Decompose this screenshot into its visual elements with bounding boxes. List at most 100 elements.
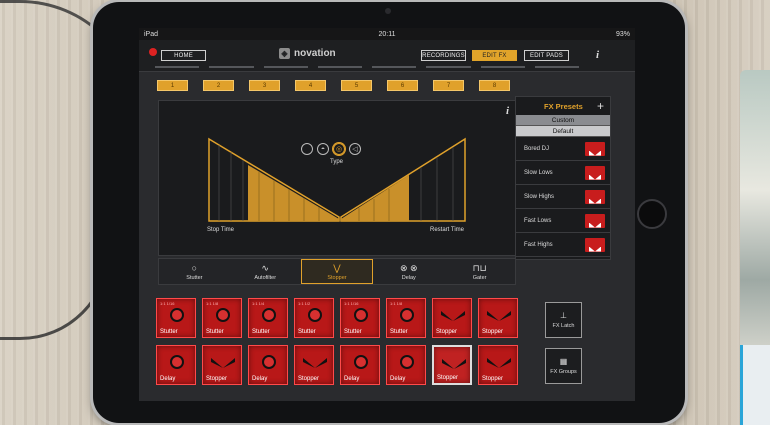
pad-number-6[interactable]: 6 bbox=[387, 80, 418, 91]
fx-pad[interactable]: Delay bbox=[386, 345, 426, 385]
fx-pad-label: Delay bbox=[344, 376, 360, 382]
fx-pad-label: Stopper bbox=[482, 329, 504, 335]
stopper-preset-icon bbox=[585, 213, 605, 228]
type-selector: ◓ ◎ ◁ bbox=[301, 143, 361, 155]
fx-groups-button[interactable]: ▦ FX Groups bbox=[545, 348, 582, 384]
knob-icon bbox=[262, 308, 276, 322]
pad-number-1[interactable]: 1 bbox=[157, 80, 188, 91]
fx-pad[interactable]: 1:1 1/16 Stutter bbox=[156, 298, 196, 338]
segment-default[interactable]: Default bbox=[516, 126, 610, 137]
fx-pad-label: Stutter bbox=[252, 329, 270, 335]
fx-pad-label: Stopper bbox=[437, 375, 459, 381]
pad-number-2[interactable]: 2 bbox=[203, 80, 234, 91]
pad-number-4[interactable]: 4 bbox=[295, 80, 326, 91]
segment-custom[interactable]: Custom bbox=[516, 115, 610, 126]
gater-icon: ⊓⊔ bbox=[472, 262, 487, 273]
target-circle-icon[interactable]: ◎ bbox=[333, 143, 345, 155]
tab-stopper[interactable]: ⋁ Stopper bbox=[300, 259, 374, 284]
fx-pad[interactable]: 1:1 1/2 Stutter bbox=[294, 298, 334, 338]
device-label: iPad bbox=[144, 30, 159, 38]
fx-pad-label: Delay bbox=[390, 376, 406, 382]
tab-label: Delay bbox=[401, 274, 416, 281]
fx-pad[interactable]: 1:1 1/4 Stutter bbox=[248, 298, 288, 338]
stopper-curve-graphic[interactable] bbox=[159, 101, 517, 257]
fx-pad-label: Stutter bbox=[344, 329, 362, 335]
stopper-preset-icon bbox=[585, 237, 605, 252]
fx-pad[interactable]: 1:1 1/8 Stutter bbox=[386, 298, 426, 338]
tab-label: Autofilter bbox=[254, 274, 277, 281]
recordings-button[interactable]: RECORDINGS bbox=[421, 50, 466, 61]
app-screen: iPad 20:11 93% HOME ◈ novation RECORDING… bbox=[139, 28, 635, 401]
fx-pad[interactable]: Stopper bbox=[202, 345, 242, 385]
home-button[interactable]: HOME bbox=[161, 50, 206, 61]
edit-pads-button[interactable]: EDIT PADS bbox=[524, 50, 569, 61]
stopper-icon bbox=[487, 311, 511, 321]
fx-pad[interactable]: Stopper bbox=[478, 345, 518, 385]
fx-pad-label: Stutter bbox=[298, 329, 316, 335]
tab-autofilter[interactable]: ∿ Autofilter bbox=[230, 259, 301, 284]
brand-logo: ◈ novation bbox=[279, 48, 336, 59]
preset-item[interactable]: Fast Lows bbox=[516, 209, 610, 233]
fx-pad[interactable]: Stopper bbox=[478, 298, 518, 338]
fx-pad[interactable]: 1:1 1/16 Stutter bbox=[340, 298, 380, 338]
fx-pad-grid: 1:1 1/16 Stutter 1:1 1/8 Stutter 1:1 1/4 St… bbox=[156, 298, 518, 385]
restart-time-label: Restart Time bbox=[430, 227, 465, 233]
add-preset-icon[interactable]: + bbox=[597, 99, 604, 113]
fx-pad[interactable]: Stopper bbox=[294, 345, 334, 385]
presets-title: FX Presets bbox=[544, 101, 583, 111]
pad-number-5[interactable]: 5 bbox=[341, 80, 372, 91]
stopper-icon bbox=[441, 311, 465, 321]
fx-pad[interactable]: Delay bbox=[248, 345, 288, 385]
fx-presets-panel: FX Presets + Custom Default Bored DJ Slo… bbox=[515, 96, 611, 260]
edit-fx-button[interactable]: EDIT FX bbox=[472, 50, 517, 61]
record-indicator-icon bbox=[149, 48, 157, 56]
speaker-icon[interactable]: ◁ bbox=[349, 143, 361, 155]
preset-item[interactable]: Slow Highs bbox=[516, 185, 610, 209]
presets-header: FX Presets + bbox=[516, 97, 610, 115]
preset-label: Slow Highs bbox=[524, 193, 555, 200]
knob-icon bbox=[400, 308, 414, 322]
pad-number-8[interactable]: 8 bbox=[479, 80, 510, 91]
top-bar: HOME ◈ novation RECORDINGS EDIT FX EDIT … bbox=[139, 40, 635, 72]
tab-delay[interactable]: ⊗ ⊗ Delay bbox=[373, 259, 444, 284]
fx-groups-label: FX Groups bbox=[550, 369, 577, 375]
hardware-home-button[interactable] bbox=[637, 199, 667, 229]
knob-icon bbox=[400, 355, 414, 369]
fx-pad[interactable]: Delay bbox=[156, 345, 196, 385]
pad-number-7[interactable]: 7 bbox=[433, 80, 464, 91]
battery: 93% bbox=[615, 30, 630, 38]
preset-item[interactable]: Slow Lows bbox=[516, 161, 610, 185]
status-bar: iPad 20:11 93% bbox=[139, 28, 635, 40]
half-circle-icon[interactable]: ◓ bbox=[317, 143, 329, 155]
groups-icon: ▦ bbox=[559, 357, 568, 366]
pad-number-3[interactable]: 3 bbox=[249, 80, 280, 91]
latch-icon: ⊥ bbox=[560, 311, 567, 320]
novation-logo-icon: ◈ bbox=[279, 48, 290, 59]
pad-number-row: 1 2 3 4 5 6 7 8 bbox=[157, 80, 510, 91]
fx-pad-label: Stopper bbox=[482, 376, 504, 382]
preset-item[interactable]: Fast Highs bbox=[516, 233, 610, 257]
fx-pad[interactable]: 1:1 1/8 Stutter bbox=[202, 298, 242, 338]
autofilter-icon: ∿ bbox=[261, 262, 269, 273]
tab-gater[interactable]: ⊓⊔ Gater bbox=[444, 259, 515, 284]
delay-icon: ⊗ ⊗ bbox=[399, 262, 418, 273]
stop-time-label: Stop Time bbox=[207, 227, 235, 233]
tab-stutter[interactable]: ○ Stutter bbox=[159, 259, 230, 284]
preset-label: Fast Highs bbox=[524, 241, 553, 248]
blank-circle-icon[interactable] bbox=[301, 143, 313, 155]
fx-pad-selected[interactable]: Stopper bbox=[432, 345, 472, 385]
preset-label: Fast Lows bbox=[524, 217, 552, 224]
stopper-preset-icon bbox=[585, 189, 605, 204]
stutter-icon: ○ bbox=[191, 262, 198, 273]
pad-indicator-ticks bbox=[155, 66, 579, 68]
fx-pad[interactable]: Delay bbox=[340, 345, 380, 385]
preset-label: Slow Lows bbox=[524, 169, 553, 176]
stopper-icon bbox=[211, 358, 235, 368]
tab-label: Stopper bbox=[327, 274, 347, 281]
fx-latch-button[interactable]: ⊥ FX Latch bbox=[545, 302, 582, 338]
preset-item[interactable]: Bored DJ bbox=[516, 137, 610, 161]
fx-pad[interactable]: Stopper bbox=[432, 298, 472, 338]
info-icon[interactable]: i bbox=[596, 49, 599, 61]
knob-icon bbox=[170, 308, 184, 322]
knob-icon bbox=[354, 355, 368, 369]
